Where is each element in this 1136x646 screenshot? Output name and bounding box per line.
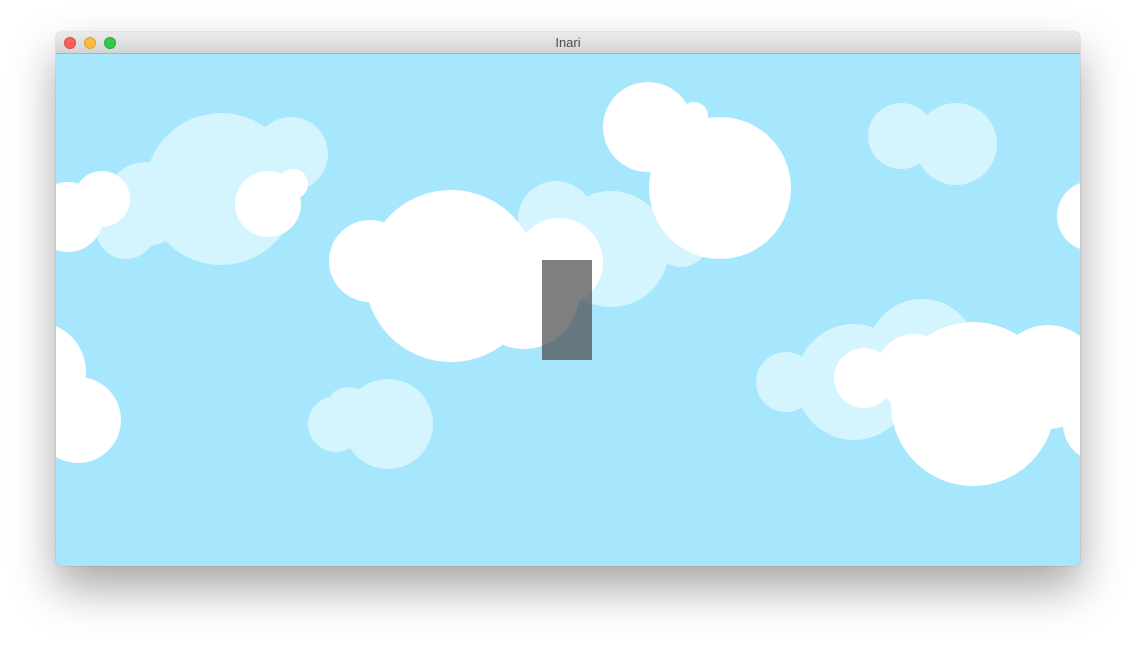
player-block bbox=[542, 260, 592, 360]
window-title: Inari bbox=[555, 35, 581, 50]
game-scene bbox=[56, 54, 1080, 566]
title-bar[interactable]: Inari bbox=[56, 32, 1080, 54]
game-canvas[interactable] bbox=[56, 54, 1080, 566]
game-window: Inari bbox=[56, 32, 1080, 566]
